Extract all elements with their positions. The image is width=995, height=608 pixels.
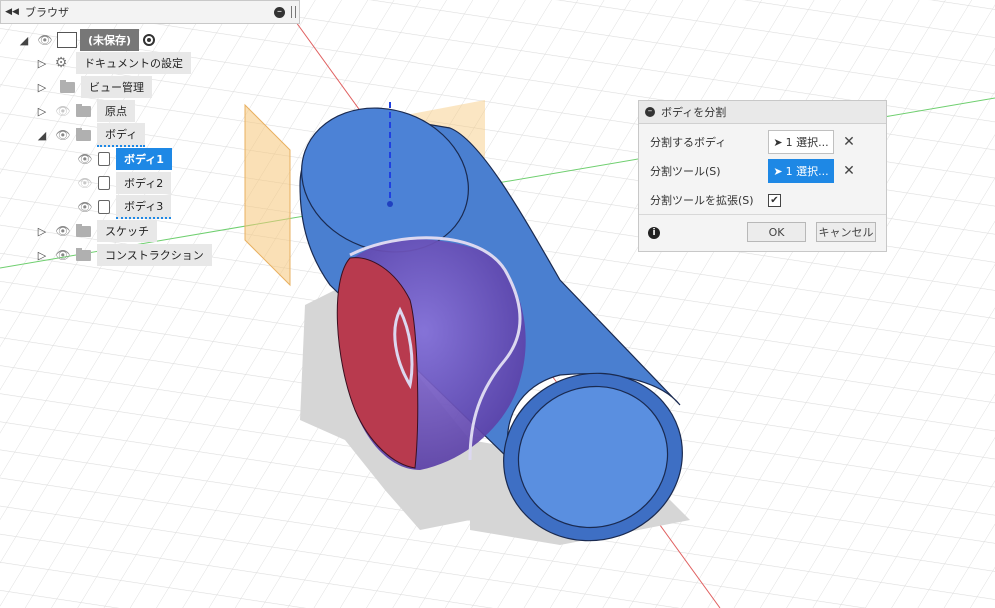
expand-arrow-icon[interactable]: ▷ (36, 81, 48, 94)
splitting-tool-row: 分割ツール(S) ➤ 1 選択... ✕ (639, 157, 886, 185)
browser-item-label[interactable]: スケッチ (97, 220, 157, 242)
browser-item-label[interactable]: コンストラクション (97, 244, 212, 266)
browser-root-row[interactable]: ◢ 👁 (未保存) (18, 29, 156, 51)
browser-item-label[interactable]: ビュー管理 (81, 76, 152, 98)
panel-grip-icon[interactable] (291, 6, 296, 18)
browser-item-label[interactable]: 原点 (97, 100, 135, 122)
browser-item-document-settings[interactable]: ▷ ⚙ ドキュメントの設定 (36, 52, 191, 74)
folder-icon (60, 79, 75, 93)
root-label[interactable]: (未保存) (80, 29, 140, 51)
dialog-title: ボディを分割 (661, 106, 727, 119)
body-to-split-select[interactable]: ➤ 1 選択... (768, 130, 834, 154)
browser-panel-header: ◀◀ ブラウザ – (0, 0, 300, 24)
expand-arrow-icon[interactable]: ◢ (18, 34, 30, 47)
browser-item-label[interactable]: ボディ (97, 123, 146, 147)
body-icon (98, 200, 110, 214)
folder-icon (76, 127, 91, 141)
origin-point (387, 201, 393, 207)
body-icon (98, 152, 110, 166)
eye-icon[interactable]: 👁 (36, 33, 54, 47)
browser-item-label[interactable]: ボディ1 (116, 148, 172, 170)
document-icon (57, 32, 77, 48)
eye-hidden-icon[interactable]: 👁 (76, 176, 94, 190)
folder-icon (76, 103, 91, 117)
close-icon[interactable]: ✕ (837, 163, 861, 179)
ok-button[interactable]: OK (747, 222, 806, 242)
folder-icon (76, 247, 91, 261)
minus-icon[interactable]: – (645, 107, 655, 117)
eye-icon[interactable]: 👁 (54, 248, 72, 262)
gear-icon: ⚙ (54, 55, 68, 71)
browser-title: ブラウザ (25, 6, 69, 19)
eye-hidden-icon[interactable]: 👁 (54, 104, 72, 118)
extend-tool-checkbox[interactable]: ✔ (768, 193, 781, 207)
browser-item-label[interactable]: ドキュメントの設定 (76, 52, 191, 74)
extend-tool-row: 分割ツールを拡張(S) ✔ (639, 186, 886, 214)
browser-item-label[interactable]: ボディ2 (116, 172, 172, 194)
minus-icon[interactable]: – (274, 6, 285, 18)
browser-item-label[interactable]: ボディ3 (116, 195, 172, 219)
cancel-button[interactable]: キャンセル (816, 222, 876, 242)
browser-item-bodies[interactable]: ◢ 👁 ボディ (36, 123, 146, 147)
expand-arrow-icon[interactable]: ▷ (36, 57, 48, 70)
expand-arrow-icon[interactable]: ▷ (36, 225, 48, 238)
cursor-arrow-icon: ➤ (773, 164, 783, 178)
body-to-split-label: 分割するボディ (650, 136, 727, 149)
browser-item-construction[interactable]: ▷ 👁 コンストラクション (36, 244, 212, 266)
expand-arrow-icon[interactable]: ▷ (36, 249, 48, 262)
browser-item-sketches[interactable]: ▷ 👁 スケッチ (36, 220, 157, 242)
body-to-split-row: 分割するボディ ➤ 1 選択... ✕ (639, 128, 886, 156)
splitting-tool-label: 分割ツール(S) (650, 165, 721, 178)
close-icon[interactable]: ✕ (837, 134, 861, 150)
select-value: 1 選択... (785, 165, 829, 178)
browser-item-body3[interactable]: 👁 ボディ3 (76, 195, 172, 219)
expand-arrow-icon[interactable]: ◢ (36, 129, 48, 142)
info-icon[interactable]: i (648, 227, 660, 239)
browser-item-body1[interactable]: 👁 ボディ1 (76, 148, 172, 170)
body-icon (98, 176, 110, 190)
folder-icon (76, 223, 91, 237)
cursor-arrow-icon: ➤ (773, 135, 783, 149)
browser-item-origin[interactable]: ▷ 👁 原点 (36, 100, 135, 122)
activate-target-icon[interactable] (143, 34, 156, 46)
browser-item-body2[interactable]: 👁 ボディ2 (76, 172, 172, 194)
eye-icon[interactable]: 👁 (54, 224, 72, 238)
eye-icon[interactable]: 👁 (76, 200, 94, 214)
dialog-header[interactable]: – ボディを分割 (639, 101, 886, 124)
dialog-footer: i OK キャンセル (639, 214, 886, 251)
split-body-dialog: – ボディを分割 分割するボディ ➤ 1 選択... ✕ 分割ツール(S) ➤ … (638, 100, 887, 252)
eye-icon[interactable]: 👁 (54, 128, 72, 142)
eye-icon[interactable]: 👁 (76, 152, 94, 166)
expand-arrow-icon[interactable]: ▷ (36, 105, 48, 118)
double-chevron-left-icon[interactable]: ◀◀ (3, 7, 21, 17)
select-value: 1 選択... (785, 136, 829, 149)
splitting-tool-select[interactable]: ➤ 1 選択... (768, 159, 834, 183)
browser-item-view-management[interactable]: ▷ ビュー管理 (36, 76, 152, 98)
extend-tool-label: 分割ツールを拡張(S) (650, 194, 754, 207)
